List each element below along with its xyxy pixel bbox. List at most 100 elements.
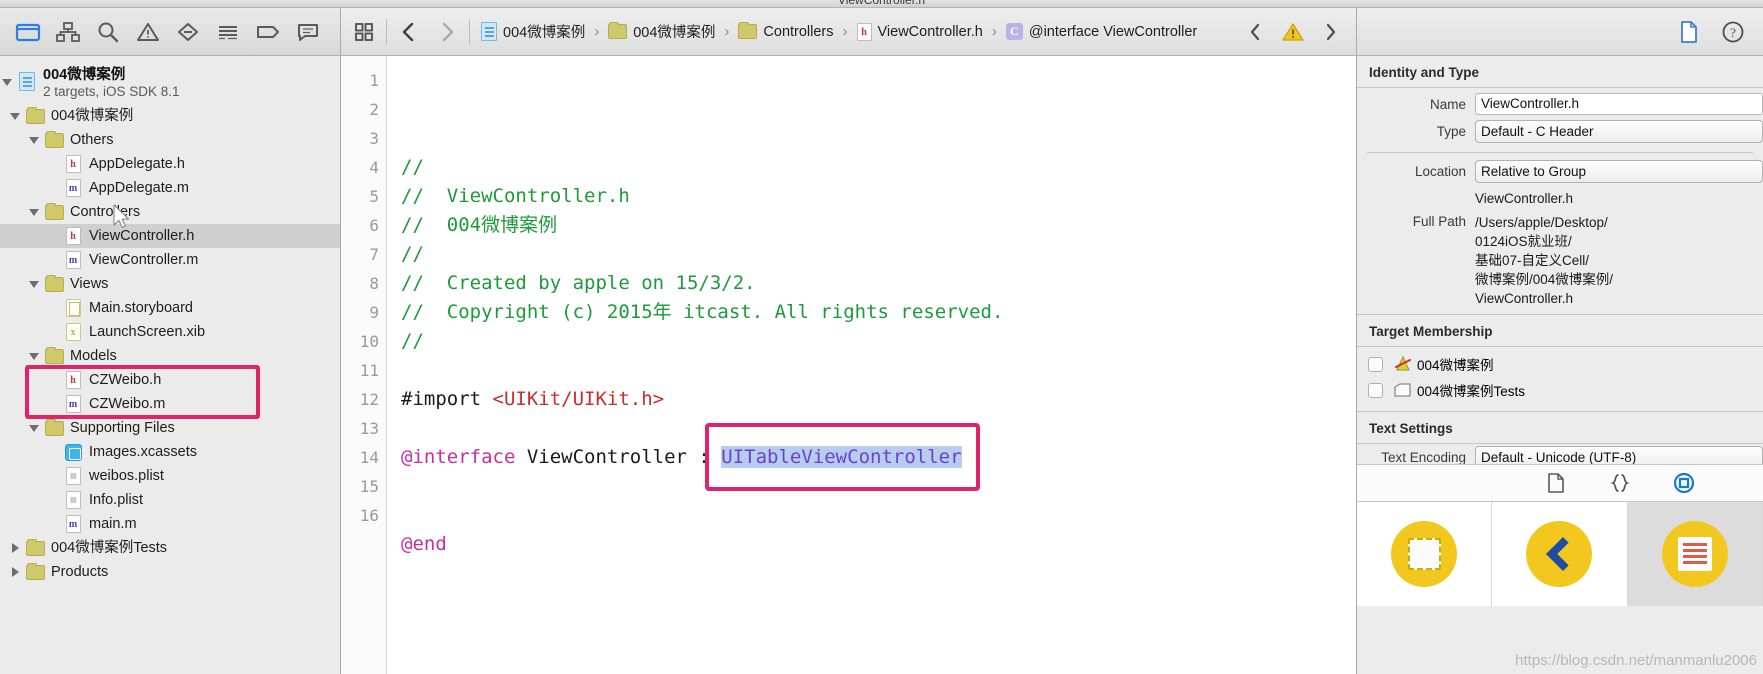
navigator-row[interactable]: h ViewController.h (0, 224, 340, 248)
navigator-row[interactable]: Views (0, 272, 340, 296)
code-text[interactable]: // // ViewController.h // 004微博案例 // // Crea… (387, 56, 1356, 674)
h-file-icon: h (62, 227, 84, 245)
target-membership-row[interactable]: 004微博案例 (1357, 351, 1763, 377)
breadcrumb-item[interactable]: h ViewController.h (856, 22, 983, 41)
navigator-row[interactable]: h CZWeibo.h (0, 368, 340, 392)
line-number: 15 (359, 477, 379, 496)
navigator-row[interactable]: m main.m (0, 512, 340, 536)
issue-navigator-tab[interactable] (128, 13, 168, 51)
project-navigator-tree[interactable]: 004微博案例 2 targets, iOS SDK 8.1 004微博案例 Ot… (0, 56, 340, 674)
previous-issue-button[interactable] (1236, 15, 1274, 49)
related-items-button[interactable] (345, 15, 383, 49)
navigator-row-label: Views (70, 275, 109, 292)
navigator-row[interactable]: m CZWeibo.m (0, 392, 340, 416)
name-input[interactable]: ViewController.h (1475, 93, 1763, 115)
breadcrumb-item[interactable]: Controllers (738, 22, 834, 40)
code-token: #import (401, 388, 493, 410)
inspector-pane: ? Identity and Type Name ViewController.… (1356, 8, 1763, 674)
folder-icon (43, 274, 65, 292)
disclosure-triangle-icon[interactable] (8, 109, 22, 123)
navigator-row[interactable]: Supporting Files (0, 416, 340, 440)
breakpoint-navigator-tab[interactable] (248, 13, 288, 51)
navigator-row[interactable]: x LaunchScreen.xib (0, 320, 340, 344)
navigator-row-label: Controllers (70, 203, 141, 220)
disclosure-triangle-icon[interactable] (0, 75, 14, 89)
navigator-row[interactable]: Others (0, 128, 340, 152)
target-membership-list: 004微博案例 004微博案例Tests (1357, 347, 1763, 411)
target-membership-header: Target Membership (1357, 314, 1763, 347)
window-title-bar: ViewController.h (0, 0, 1763, 8)
next-issue-button[interactable] (1312, 15, 1350, 49)
breadcrumb-item[interactable]: 004微博案例 (481, 21, 585, 42)
disclosure-triangle-icon[interactable] (27, 205, 41, 219)
navigator-row[interactable]: Models (0, 344, 340, 368)
breadcrumb-item[interactable]: 004微博案例 (608, 21, 715, 42)
target-membership-checkbox[interactable] (1368, 382, 1383, 398)
file-inspector-tab[interactable] (1669, 14, 1709, 50)
type-select[interactable]: Default - C Header (1475, 120, 1763, 143)
disclosure-triangle-icon[interactable] (27, 133, 41, 147)
braces-icon (1610, 474, 1630, 492)
library-item-back-button[interactable] (1492, 502, 1628, 606)
navigator-row[interactable]: 004微博案例Tests (0, 536, 340, 560)
xcassets-icon (62, 443, 84, 461)
text-encoding-select[interactable]: Default - Unicode (UTF-8) (1475, 446, 1763, 464)
code-line: // (401, 240, 1356, 269)
section-divider (1367, 152, 1753, 153)
source-editor[interactable]: 1 2 3 4 5 6 7 8 9 10 11 12 13 14 15 16 //// ViewControl… (341, 56, 1356, 674)
navigator-row[interactable]: Products (0, 560, 340, 584)
question-circle-icon: ? (1722, 21, 1744, 42)
disclosure-triangle-icon[interactable] (27, 421, 41, 435)
navigate-back-button[interactable] (390, 15, 428, 49)
code-snippet-library-tab[interactable] (1605, 469, 1635, 497)
library-item-table-view[interactable] (1627, 502, 1763, 606)
project-navigator-tab[interactable] (8, 13, 48, 51)
target-membership-row[interactable]: 004微博案例Tests (1357, 377, 1763, 403)
navigate-forward-button[interactable] (428, 15, 466, 49)
full-path-line: /Users/apple/Desktop/ (1475, 215, 1608, 230)
disclosure-triangle-icon[interactable] (27, 349, 41, 363)
quick-help-tab[interactable]: ? (1713, 14, 1753, 50)
file-template-library-tab[interactable] (1541, 469, 1571, 497)
navigator-row-label: AppDelegate.m (89, 179, 189, 196)
xib-icon: x (62, 323, 84, 341)
navigator-row[interactable]: ▤ Info.plist (0, 488, 340, 512)
test-navigator-tab[interactable] (168, 13, 208, 51)
navigator-row-label: Main.storyboard (89, 299, 193, 316)
line-number: 13 (359, 419, 379, 438)
full-path-value: /Users/apple/Desktop/0124iOS就业班/基础07-自定义… (1475, 213, 1763, 308)
disclosure-triangle-icon[interactable] (8, 565, 22, 579)
symbol-navigator-tab[interactable] (48, 13, 88, 51)
find-navigator-tab[interactable] (88, 13, 128, 51)
navigator-row[interactable]: h AppDelegate.h (0, 152, 340, 176)
location-select[interactable]: Relative to Group (1475, 160, 1763, 183)
debug-navigator-tab[interactable] (208, 13, 248, 51)
breadcrumb[interactable]: 004微博案例 › 004微博案例 › Controllers › h ViewControl… (473, 21, 1236, 42)
line-number: 2 (369, 100, 379, 119)
target-membership-checkbox[interactable] (1368, 356, 1383, 372)
issue-warning-indicator[interactable] (1274, 15, 1312, 49)
breadcrumb-item[interactable]: C @interface ViewController (1005, 23, 1197, 40)
navigator-row-label: CZWeibo.m (89, 395, 166, 412)
folder-icon (43, 130, 65, 148)
navigator-row[interactable]: Main.storyboard (0, 296, 340, 320)
navigator-row[interactable]: Images.xcassets (0, 440, 340, 464)
navigator-row[interactable]: 004微博案例 (0, 104, 340, 128)
disclosure-triangle-icon[interactable] (27, 277, 41, 291)
navigator-project-row[interactable]: 004微博案例 2 targets, iOS SDK 8.1 (0, 60, 340, 104)
navigator-row[interactable]: m ViewController.m (0, 248, 340, 272)
report-navigator-tab[interactable] (288, 13, 328, 51)
object-library-tab[interactable] (1669, 469, 1699, 497)
navigator-row[interactable]: m AppDelegate.m (0, 176, 340, 200)
navigator-row[interactable]: Controllers (0, 200, 340, 224)
library-item-view[interactable] (1357, 502, 1493, 606)
disclosure-triangle-icon[interactable] (8, 541, 22, 555)
type-label: Type (1436, 124, 1466, 139)
navigator-row[interactable]: ▤ weibos.plist (0, 464, 340, 488)
chevron-right-icon (442, 22, 454, 41)
navigator-row-label: Supporting Files (70, 419, 175, 436)
